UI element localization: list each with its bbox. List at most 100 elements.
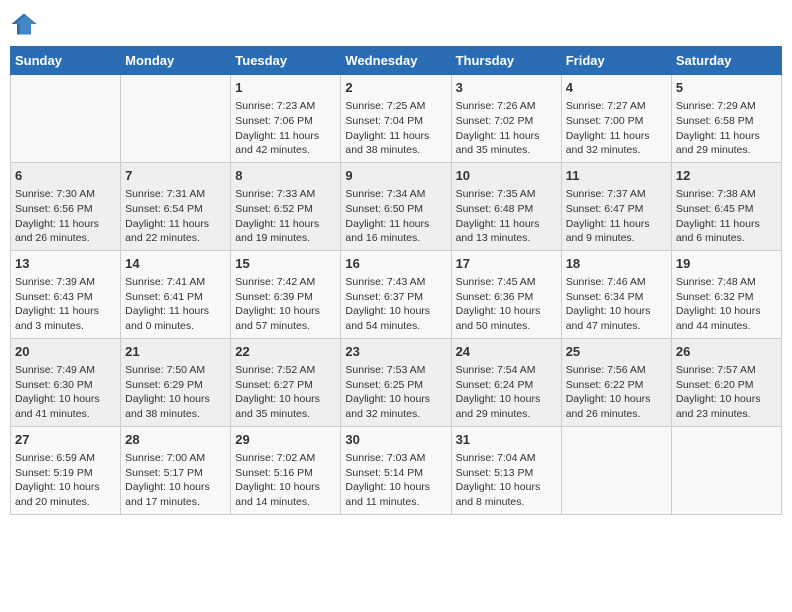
cell-w2-d5: 10 Sunrise: 7:35 AM Sunset: 6:48 PM Dayli… bbox=[451, 162, 561, 250]
day-number: 30 bbox=[345, 431, 446, 449]
cell-w2-d3: 8 Sunrise: 7:33 AM Sunset: 6:52 PM Daylig… bbox=[231, 162, 341, 250]
cell-info: Sunrise: 7:00 AM Sunset: 5:17 PM Dayligh… bbox=[125, 451, 226, 510]
header-monday: Monday bbox=[121, 47, 231, 75]
header-thursday: Thursday bbox=[451, 47, 561, 75]
day-number: 8 bbox=[235, 167, 336, 185]
cell-info: Sunrise: 7:39 AM Sunset: 6:43 PM Dayligh… bbox=[15, 275, 116, 334]
day-number: 19 bbox=[676, 255, 777, 273]
cell-info: Sunrise: 7:29 AM Sunset: 6:58 PM Dayligh… bbox=[676, 99, 777, 158]
week-row-4: 20 Sunrise: 7:49 AM Sunset: 6:30 PM Dayli… bbox=[11, 338, 782, 426]
cell-info: Sunrise: 7:02 AM Sunset: 5:16 PM Dayligh… bbox=[235, 451, 336, 510]
cell-info: Sunrise: 7:23 AM Sunset: 7:06 PM Dayligh… bbox=[235, 99, 336, 158]
cell-info: Sunrise: 6:59 AM Sunset: 5:19 PM Dayligh… bbox=[15, 451, 116, 510]
calendar-body: 1 Sunrise: 7:23 AM Sunset: 7:06 PM Daylig… bbox=[11, 75, 782, 515]
header-wednesday: Wednesday bbox=[341, 47, 451, 75]
day-number: 15 bbox=[235, 255, 336, 273]
cell-w5-d3: 29Sunrise: 7:02 AM Sunset: 5:16 PM Dayli… bbox=[231, 426, 341, 514]
cell-info: Sunrise: 7:42 AM Sunset: 6:39 PM Dayligh… bbox=[235, 275, 336, 334]
page-header bbox=[10, 10, 782, 38]
day-number: 17 bbox=[456, 255, 557, 273]
cell-info: Sunrise: 7:33 AM Sunset: 6:52 PM Dayligh… bbox=[235, 187, 336, 246]
cell-info: Sunrise: 7:41 AM Sunset: 6:41 PM Dayligh… bbox=[125, 275, 226, 334]
cell-w4-d6: 25Sunrise: 7:56 AM Sunset: 6:22 PM Dayli… bbox=[561, 338, 671, 426]
cell-w2-d2: 7Sunrise: 7:31 AM Sunset: 6:54 PM Daylig… bbox=[121, 162, 231, 250]
cell-info: Sunrise: 7:34 AM Sunset: 6:50 PM Dayligh… bbox=[345, 187, 446, 246]
cell-info: Sunrise: 7:52 AM Sunset: 6:27 PM Dayligh… bbox=[235, 363, 336, 422]
day-number: 6 bbox=[15, 167, 116, 185]
cell-info: Sunrise: 7:35 AM Sunset: 6:48 PM Dayligh… bbox=[456, 187, 557, 246]
cell-info: Sunrise: 7:38 AM Sunset: 6:45 PM Dayligh… bbox=[676, 187, 777, 246]
cell-w1-d5: 3 Sunrise: 7:26 AM Sunset: 7:02 PM Daylig… bbox=[451, 75, 561, 163]
day-number: 1 bbox=[235, 79, 336, 97]
cell-w2-d4: 9 Sunrise: 7:34 AM Sunset: 6:50 PM Daylig… bbox=[341, 162, 451, 250]
calendar-table: SundayMondayTuesdayWednesdayThursdayFrid… bbox=[10, 46, 782, 515]
header-row: SundayMondayTuesdayWednesdayThursdayFrid… bbox=[11, 47, 782, 75]
cell-w1-d7: 5 Sunrise: 7:29 AM Sunset: 6:58 PM Daylig… bbox=[671, 75, 781, 163]
day-number: 4 bbox=[566, 79, 667, 97]
logo bbox=[10, 10, 42, 38]
cell-info: Sunrise: 7:30 AM Sunset: 6:56 PM Dayligh… bbox=[15, 187, 116, 246]
cell-info: Sunrise: 7:48 AM Sunset: 6:32 PM Dayligh… bbox=[676, 275, 777, 334]
day-number: 20 bbox=[15, 343, 116, 361]
day-number: 14 bbox=[125, 255, 226, 273]
day-number: 12 bbox=[676, 167, 777, 185]
cell-info: Sunrise: 7:25 AM Sunset: 7:04 PM Dayligh… bbox=[345, 99, 446, 158]
cell-w1-d3: 1 Sunrise: 7:23 AM Sunset: 7:06 PM Daylig… bbox=[231, 75, 341, 163]
week-row-5: 27Sunrise: 6:59 AM Sunset: 5:19 PM Dayli… bbox=[11, 426, 782, 514]
cell-info: Sunrise: 7:53 AM Sunset: 6:25 PM Dayligh… bbox=[345, 363, 446, 422]
cell-w3-d4: 16Sunrise: 7:43 AM Sunset: 6:37 PM Dayli… bbox=[341, 250, 451, 338]
cell-w2-d1: 6 Sunrise: 7:30 AM Sunset: 6:56 PM Daylig… bbox=[11, 162, 121, 250]
cell-w5-d5: 31Sunrise: 7:04 AM Sunset: 5:13 PM Dayli… bbox=[451, 426, 561, 514]
calendar-header: SundayMondayTuesdayWednesdayThursdayFrid… bbox=[11, 47, 782, 75]
week-row-3: 13 Sunrise: 7:39 AM Sunset: 6:43 PM Dayli… bbox=[11, 250, 782, 338]
day-number: 21 bbox=[125, 343, 226, 361]
cell-w2-d7: 12 Sunrise: 7:38 AM Sunset: 6:45 PM Dayli… bbox=[671, 162, 781, 250]
day-number: 22 bbox=[235, 343, 336, 361]
cell-info: Sunrise: 7:31 AM Sunset: 6:54 PM Dayligh… bbox=[125, 187, 226, 246]
cell-info: Sunrise: 7:27 AM Sunset: 7:00 PM Dayligh… bbox=[566, 99, 667, 158]
cell-w4-d4: 23 Sunrise: 7:53 AM Sunset: 6:25 PM Dayli… bbox=[341, 338, 451, 426]
cell-w5-d7 bbox=[671, 426, 781, 514]
cell-w4-d2: 21Sunrise: 7:50 AM Sunset: 6:29 PM Dayli… bbox=[121, 338, 231, 426]
cell-w4-d7: 26 Sunrise: 7:57 AM Sunset: 6:20 PM Dayli… bbox=[671, 338, 781, 426]
cell-w4-d3: 22 Sunrise: 7:52 AM Sunset: 6:27 PM Dayli… bbox=[231, 338, 341, 426]
cell-w1-d2 bbox=[121, 75, 231, 163]
day-number: 28 bbox=[125, 431, 226, 449]
day-number: 26 bbox=[676, 343, 777, 361]
header-sunday: Sunday bbox=[11, 47, 121, 75]
cell-w5-d2: 28 Sunrise: 7:00 AM Sunset: 5:17 PM Dayli… bbox=[121, 426, 231, 514]
day-number: 18 bbox=[566, 255, 667, 273]
day-number: 25 bbox=[566, 343, 667, 361]
cell-info: Sunrise: 7:49 AM Sunset: 6:30 PM Dayligh… bbox=[15, 363, 116, 422]
day-number: 3 bbox=[456, 79, 557, 97]
cell-w4-d1: 20 Sunrise: 7:49 AM Sunset: 6:30 PM Dayli… bbox=[11, 338, 121, 426]
day-number: 11 bbox=[566, 167, 667, 185]
cell-w3-d2: 14 Sunrise: 7:41 AM Sunset: 6:41 PM Dayli… bbox=[121, 250, 231, 338]
day-number: 9 bbox=[345, 167, 446, 185]
cell-info: Sunrise: 7:46 AM Sunset: 6:34 PM Dayligh… bbox=[566, 275, 667, 334]
header-saturday: Saturday bbox=[671, 47, 781, 75]
cell-info: Sunrise: 7:03 AM Sunset: 5:14 PM Dayligh… bbox=[345, 451, 446, 510]
day-number: 23 bbox=[345, 343, 446, 361]
cell-info: Sunrise: 7:57 AM Sunset: 6:20 PM Dayligh… bbox=[676, 363, 777, 422]
cell-info: Sunrise: 7:26 AM Sunset: 7:02 PM Dayligh… bbox=[456, 99, 557, 158]
cell-w1-d1 bbox=[11, 75, 121, 163]
cell-w5-d4: 30 Sunrise: 7:03 AM Sunset: 5:14 PM Dayli… bbox=[341, 426, 451, 514]
cell-info: Sunrise: 7:04 AM Sunset: 5:13 PM Dayligh… bbox=[456, 451, 557, 510]
week-row-1: 1 Sunrise: 7:23 AM Sunset: 7:06 PM Daylig… bbox=[11, 75, 782, 163]
day-number: 2 bbox=[345, 79, 446, 97]
cell-w1-d6: 4 Sunrise: 7:27 AM Sunset: 7:00 PM Daylig… bbox=[561, 75, 671, 163]
cell-w5-d6 bbox=[561, 426, 671, 514]
week-row-2: 6 Sunrise: 7:30 AM Sunset: 6:56 PM Daylig… bbox=[11, 162, 782, 250]
logo-icon bbox=[10, 10, 38, 38]
header-friday: Friday bbox=[561, 47, 671, 75]
day-number: 5 bbox=[676, 79, 777, 97]
cell-info: Sunrise: 7:45 AM Sunset: 6:36 PM Dayligh… bbox=[456, 275, 557, 334]
cell-w3-d3: 15 Sunrise: 7:42 AM Sunset: 6:39 PM Dayli… bbox=[231, 250, 341, 338]
cell-info: Sunrise: 7:43 AM Sunset: 6:37 PM Dayligh… bbox=[345, 275, 446, 334]
day-number: 10 bbox=[456, 167, 557, 185]
day-number: 13 bbox=[15, 255, 116, 273]
cell-w2-d6: 11Sunrise: 7:37 AM Sunset: 6:47 PM Dayli… bbox=[561, 162, 671, 250]
cell-w3-d7: 19 Sunrise: 7:48 AM Sunset: 6:32 PM Dayli… bbox=[671, 250, 781, 338]
header-tuesday: Tuesday bbox=[231, 47, 341, 75]
